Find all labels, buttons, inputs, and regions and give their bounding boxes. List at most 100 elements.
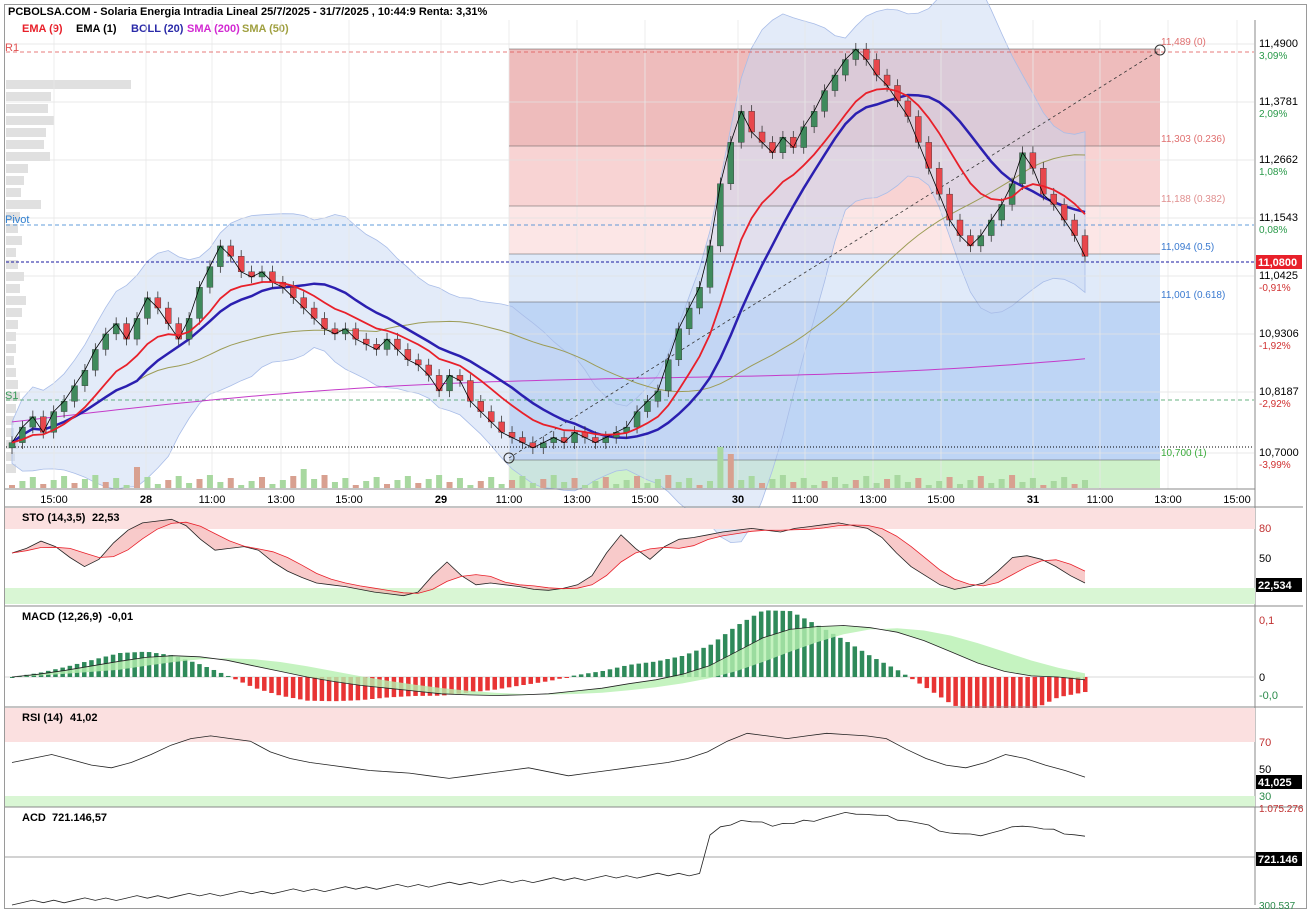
volume-bar xyxy=(800,478,807,488)
pct-tick-label: -1,92% xyxy=(1259,341,1291,352)
macd-hist-bar xyxy=(802,618,807,677)
volume-bar xyxy=(144,477,151,488)
volume-bar xyxy=(571,478,578,488)
macd-hist-bar xyxy=(470,677,476,693)
volume-bar xyxy=(602,477,609,488)
fib-label: 11,188 (0.382) xyxy=(1161,194,1225,205)
volume-bar xyxy=(165,480,172,488)
candle-body xyxy=(998,204,1005,221)
macd-hist-bar xyxy=(895,670,901,677)
volume-bar xyxy=(1050,481,1057,488)
macd-hist-bar xyxy=(247,677,253,686)
volume-bar xyxy=(102,482,109,488)
volume-bar xyxy=(29,477,36,488)
volume-bar xyxy=(738,480,745,488)
volume-bar xyxy=(852,480,859,488)
macd-hist-bar xyxy=(204,667,209,677)
volume-bar xyxy=(509,480,516,488)
volume-bar xyxy=(946,477,953,488)
volume-bar xyxy=(623,480,630,488)
y-tick-label: 10,8187 xyxy=(1259,386,1299,398)
volume-bar xyxy=(988,483,995,488)
candle-body xyxy=(133,318,141,340)
x-tick-label: 15:00 xyxy=(40,494,68,506)
candle-body xyxy=(675,328,682,361)
s1-label: S1 xyxy=(5,390,18,402)
volume-profile-bar xyxy=(6,332,16,341)
macd-hist-bar xyxy=(622,665,627,677)
volume-bar xyxy=(331,482,338,488)
macd-hist-bar xyxy=(838,637,843,677)
volume-bar xyxy=(425,479,432,488)
macd-hist-bar xyxy=(1068,677,1074,695)
candle-body xyxy=(1081,235,1089,257)
volume-profile-bar xyxy=(6,308,22,317)
volume-bar xyxy=(1071,484,1078,488)
acd-value: 721.146,57 xyxy=(52,812,107,824)
volume-bar xyxy=(300,469,307,488)
legend-boll: BOLL (20) xyxy=(131,23,184,35)
rsi-tick-30: 30 xyxy=(1259,791,1271,803)
macd-hist-bar xyxy=(593,672,598,677)
volume-bar xyxy=(561,482,568,488)
candle-body xyxy=(352,328,359,340)
macd-hist-bar xyxy=(564,677,570,678)
y-axis: 11,49003,09% 11,37812,09% 11,26621,08% 11,1… xyxy=(1259,38,1299,471)
candle-body xyxy=(71,385,78,402)
volume-bar xyxy=(706,481,713,488)
volume-bar xyxy=(634,476,641,488)
volume-bar xyxy=(540,479,547,488)
volume-bar xyxy=(863,476,870,488)
macd-hist-bar xyxy=(607,669,613,677)
macd-hist-bar xyxy=(190,661,195,677)
volume-bar xyxy=(19,481,26,488)
rsi-overbought-zone xyxy=(5,708,1255,742)
candle-body xyxy=(706,245,714,288)
acd-panel: ACD 721.146,57 1.075.276 721.146 300.537 xyxy=(5,804,1304,912)
sto-label: STO (14,3,5) xyxy=(22,512,86,524)
macd-hist-bar xyxy=(881,662,886,677)
macd-hist-bar xyxy=(960,677,966,710)
x-tick-label: 31 xyxy=(1027,494,1039,506)
candle-body xyxy=(123,323,130,340)
y-tick-label: 11,0425 xyxy=(1259,270,1298,282)
pct-tick-label: 3,09% xyxy=(1259,51,1287,62)
macd-hist-bar xyxy=(262,677,267,691)
legend-ema9: EMA (9) xyxy=(22,23,63,35)
x-tick-label: 11:00 xyxy=(496,494,523,506)
y-tick-label: 11,4900 xyxy=(1259,38,1298,50)
y-tick-label: 10,7000 xyxy=(1259,447,1299,459)
x-tick-label: 28 xyxy=(140,494,152,506)
sto-panel: STO (14,3,5) 22,53 80 50 22,534 xyxy=(5,506,1303,604)
candle-body xyxy=(717,183,724,247)
macd-tick-zero: 0 xyxy=(1259,672,1265,684)
candle-body xyxy=(842,59,849,76)
volume-bar xyxy=(613,484,620,488)
rsi-tick-70: 70 xyxy=(1259,737,1271,749)
macd-panel: MACD (12,26,9) -0,01 0,1 0 -0,0 xyxy=(5,605,1303,718)
rsi-tick-50: 50 xyxy=(1259,764,1271,776)
macd-hist-bar xyxy=(240,677,245,683)
x-tick-label: 13:00 xyxy=(859,494,887,506)
candle-body xyxy=(112,323,120,335)
x-tick-label: 29 xyxy=(435,494,447,506)
candle-body xyxy=(206,266,214,288)
candle-body xyxy=(81,369,89,386)
candle-body xyxy=(102,333,109,350)
volume-bar xyxy=(321,475,328,488)
volume-bar xyxy=(873,483,880,488)
volume-bar xyxy=(61,476,68,488)
volume-bar xyxy=(40,484,47,488)
macd-hist-bar xyxy=(305,677,310,701)
volume-bar xyxy=(884,479,891,488)
volume-bar xyxy=(977,476,984,488)
macd-hist-bar xyxy=(866,655,872,677)
x-tick-label: 15:00 xyxy=(335,494,363,506)
macd-hist-bar xyxy=(874,659,879,677)
candle-body xyxy=(196,287,203,319)
macd-hist-bar xyxy=(1039,677,1045,706)
candle-body xyxy=(654,390,662,402)
macd-hist-bar xyxy=(1054,677,1059,699)
volume-bar xyxy=(384,484,391,488)
volume-bar xyxy=(248,481,255,488)
